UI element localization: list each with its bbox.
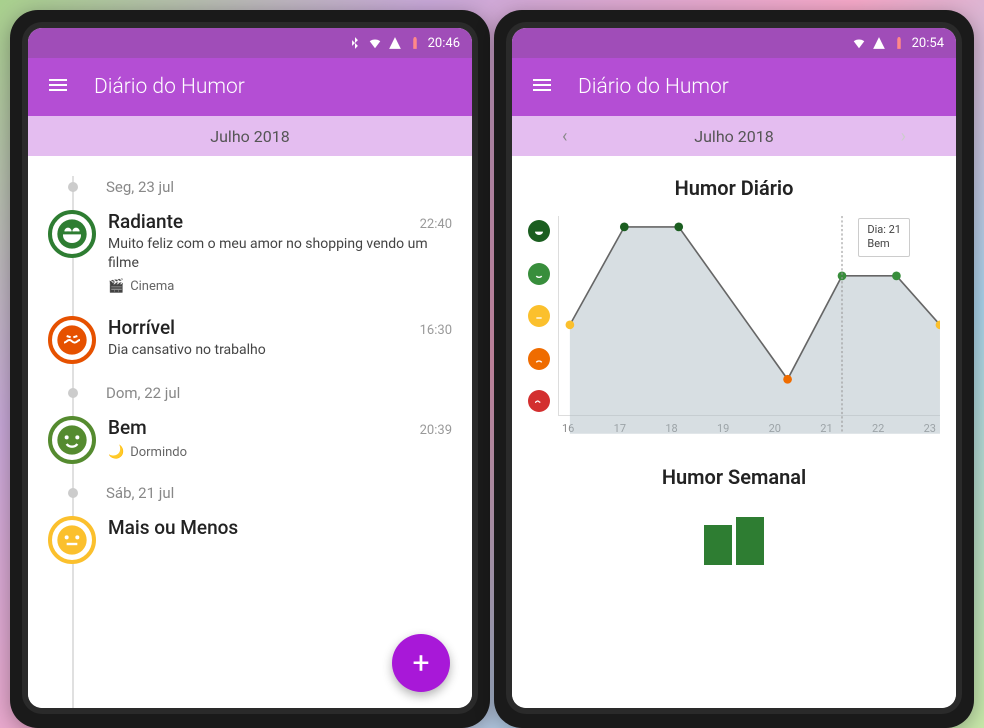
y-mood-good-icon	[528, 263, 550, 285]
battery-icon	[408, 36, 422, 50]
timeline-content: Seg, 23 jul Radiante 22:40 Muito feliz c…	[28, 156, 472, 708]
date-row: Seg, 23 jul	[28, 172, 472, 202]
status-time: 20:54	[912, 36, 944, 51]
menu-icon[interactable]	[46, 73, 70, 101]
app-title: Diário do Humor	[94, 75, 245, 99]
date-dot-icon	[68, 182, 78, 192]
status-time: 20:46	[428, 36, 460, 51]
menu-icon[interactable]	[530, 73, 554, 101]
battery-icon	[892, 36, 906, 50]
entry-time: 20:39	[420, 423, 452, 438]
y-mood-bad-icon	[528, 348, 550, 370]
date-row: Dom, 22 jul	[28, 378, 472, 408]
chart-tooltip: Dia: 21 Bem	[858, 218, 910, 257]
cinema-icon: 🎬	[108, 279, 124, 294]
next-month-button[interactable]: ›	[893, 126, 914, 147]
weekly-chart-title: Humor Semanal	[528, 465, 940, 489]
prev-month-button[interactable]: ‹	[554, 126, 575, 147]
date-label: Seg, 23 jul	[106, 178, 174, 196]
month-label: Julho 2018	[694, 127, 773, 146]
add-entry-button[interactable]: +	[392, 634, 450, 692]
month-bar: ‹ Julho 2018 ›	[512, 116, 956, 156]
entry-title: Mais ou Menos	[108, 516, 238, 539]
entry-desc: Dia cansativo no trabalho	[108, 341, 452, 360]
app-bar: Diário do Humor	[28, 58, 472, 116]
date-dot-icon	[68, 388, 78, 398]
weekly-bars	[528, 505, 940, 565]
charts-content: Humor Diário	[512, 156, 956, 708]
date-row: Sáb, 21 jul	[28, 478, 472, 508]
entry-time: 22:40	[420, 217, 452, 232]
app-bar: Diário do Humor	[512, 58, 956, 116]
tooltip-line2: Bem	[867, 237, 901, 251]
mood-radiant-icon	[48, 210, 96, 258]
entry-time: 16:30	[420, 323, 452, 338]
sleep-icon: 🌙	[108, 445, 124, 460]
weekly-bar	[736, 517, 764, 565]
y-mood-radiant-icon	[528, 220, 550, 242]
date-dot-icon	[68, 488, 78, 498]
mood-entry[interactable]: Bem 20:39 🌙 Dormindo	[28, 408, 472, 478]
daily-chart-title: Humor Diário	[528, 176, 940, 200]
plus-icon: +	[412, 646, 429, 681]
mood-neutral-icon	[48, 516, 96, 564]
phone-right: 20:54 Diário do Humor ‹ Julho 2018 › Hum…	[494, 10, 974, 728]
entry-tag-label: Dormindo	[130, 445, 187, 460]
status-bar: 20:54	[512, 28, 956, 58]
date-label: Sáb, 21 jul	[106, 484, 174, 502]
mood-entry[interactable]: Radiante 22:40 Muito feliz com o meu amo…	[28, 202, 472, 308]
app-title: Diário do Humor	[578, 75, 729, 99]
tooltip-line1: Dia: 21	[867, 223, 901, 237]
daily-chart-plot[interactable]: Dia: 21 Bem 16 17 18 19 20 21	[558, 216, 940, 435]
entry-desc: Muito feliz com o meu amor no shopping v…	[108, 235, 452, 273]
wifi-icon	[852, 36, 866, 50]
mood-entry[interactable]: Mais ou Menos	[28, 508, 472, 578]
y-mood-horrible-icon	[528, 390, 550, 412]
signal-icon	[872, 36, 886, 50]
wifi-icon	[368, 36, 382, 50]
weekly-bar	[704, 525, 732, 565]
date-label: Dom, 22 jul	[106, 384, 180, 402]
entry-title: Horrível	[108, 316, 175, 339]
mood-good-icon	[48, 416, 96, 464]
entry-title: Radiante	[108, 210, 183, 233]
y-axis-moods	[528, 216, 550, 416]
mood-horrible-icon	[48, 316, 96, 364]
signal-icon	[388, 36, 402, 50]
y-mood-neutral-icon	[528, 305, 550, 327]
month-label: Julho 2018	[210, 127, 289, 146]
month-bar: Julho 2018	[28, 116, 472, 156]
bluetooth-icon	[348, 36, 362, 50]
entry-tag-label: Cinema	[130, 279, 174, 294]
status-bar: 20:46	[28, 28, 472, 58]
entry-title: Bem	[108, 416, 147, 439]
mood-entry[interactable]: Horrível 16:30 Dia cansativo no trabalho	[28, 308, 472, 378]
phone-left: 20:46 Diário do Humor Julho 2018 Seg, 23…	[10, 10, 490, 728]
